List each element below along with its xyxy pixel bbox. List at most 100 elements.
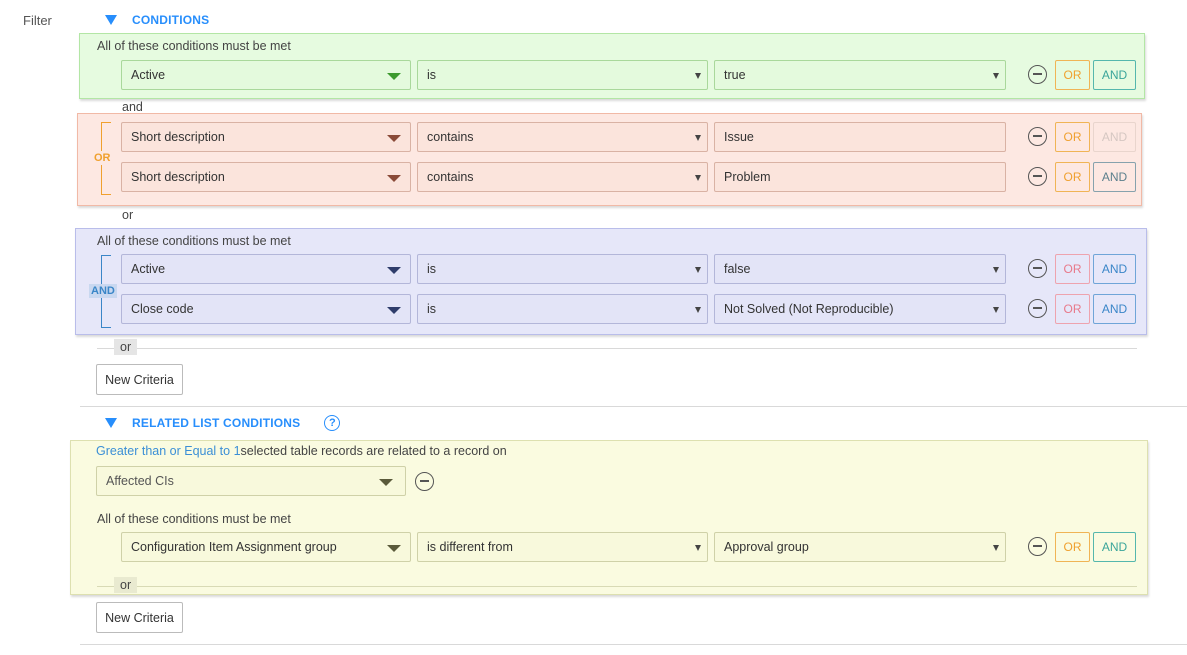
help-circle-icon[interactable]: ? — [324, 415, 341, 431]
section-divider — [80, 644, 1187, 645]
value-select-value: false — [724, 262, 751, 276]
and-button[interactable]: AND — [1093, 254, 1136, 284]
value-input[interactable]: Issue — [714, 122, 1006, 152]
operator-select-value: is different from — [427, 540, 513, 554]
caret-down-icon — [695, 267, 701, 273]
caret-down-icon — [387, 135, 401, 142]
remove-condition-icon[interactable] — [1028, 65, 1047, 84]
value-select[interactable]: Approval group — [714, 532, 1006, 562]
field-select[interactable]: Short description — [121, 122, 411, 152]
field-select-value: Short description — [131, 170, 225, 184]
remove-condition-icon[interactable] — [1028, 299, 1047, 318]
operator-select-value: is — [427, 262, 437, 276]
operator-select-value: is — [427, 68, 437, 82]
operator-select-value: contains — [427, 130, 474, 144]
remove-condition-icon[interactable] — [1028, 127, 1047, 146]
value-input-text: Issue — [724, 130, 754, 144]
new-criteria-button[interactable]: New Criteria — [96, 364, 183, 395]
remove-condition-icon[interactable] — [1028, 167, 1047, 186]
related-quantity-line: Greater than or Equal to 1selected table… — [96, 444, 507, 458]
value-select-value: true — [724, 68, 746, 82]
block-caption: All of these conditions must be met — [97, 39, 291, 53]
or-connector: or — [122, 208, 134, 222]
remove-condition-icon[interactable] — [1028, 259, 1047, 278]
related-conditions-title: RELATED LIST CONDITIONS — [132, 416, 301, 430]
caret-down-icon — [387, 175, 401, 182]
field-select-value: Active — [131, 262, 166, 276]
field-select-value: Active — [131, 68, 166, 82]
remove-related-list-icon[interactable] — [415, 472, 434, 491]
operator-select-value: is — [427, 302, 437, 316]
operator-select[interactable]: is — [417, 60, 708, 90]
value-select[interactable]: true — [714, 60, 1006, 90]
section-divider — [80, 406, 1187, 407]
and-bracket-tag: AND — [89, 284, 117, 298]
and-connector: and — [122, 100, 143, 114]
caret-down-icon — [387, 73, 401, 80]
conditions-toggle[interactable]: CONDITIONS — [105, 13, 209, 27]
value-input[interactable]: Problem — [714, 162, 1006, 192]
caret-down-icon — [695, 175, 701, 181]
and-button[interactable]: AND — [1093, 294, 1136, 324]
value-input-text: Problem — [724, 170, 771, 184]
operator-select[interactable]: is different from — [417, 532, 708, 562]
value-select[interactable]: Not Solved (Not Reproducible) — [714, 294, 1006, 324]
conditions-title: CONDITIONS — [132, 13, 210, 27]
or-button[interactable]: OR — [1055, 532, 1090, 562]
or-divider — [97, 348, 1137, 349]
field-select[interactable]: Configuration Item Assignment group — [121, 532, 411, 562]
or-button[interactable]: OR — [1055, 162, 1090, 192]
and-button[interactable]: AND — [1093, 532, 1136, 562]
field-select[interactable]: Close code — [121, 294, 411, 324]
caret-down-icon — [993, 545, 999, 551]
or-button[interactable]: OR — [1055, 294, 1090, 324]
related-list-select[interactable]: Affected CIs — [96, 466, 406, 496]
related-conditions-toggle[interactable]: RELATED LIST CONDITIONS ? — [105, 415, 341, 431]
or-button[interactable]: OR — [1055, 122, 1090, 152]
caret-down-icon — [387, 545, 401, 552]
field-select-value: Configuration Item Assignment group — [131, 540, 337, 554]
caret-down-icon — [695, 135, 701, 141]
quantity-link[interactable]: Greater than or Equal to 1 — [96, 444, 241, 458]
triangle-down-icon — [105, 15, 117, 25]
block-caption: All of these conditions must be met — [97, 234, 291, 248]
caret-down-icon — [993, 307, 999, 313]
caret-down-icon — [387, 307, 401, 314]
field-select[interactable]: Active — [121, 254, 411, 284]
caret-down-icon — [695, 73, 701, 79]
remove-condition-icon[interactable] — [1028, 537, 1047, 556]
or-tag: or — [114, 339, 138, 355]
caret-down-icon — [387, 267, 401, 274]
new-criteria-button[interactable]: New Criteria — [96, 602, 183, 633]
related-list-value: Affected CIs — [106, 474, 174, 488]
filter-label: Filter — [23, 13, 52, 28]
caret-down-icon — [695, 545, 701, 551]
caret-down-icon — [695, 307, 701, 313]
operator-select[interactable]: is — [417, 254, 708, 284]
operator-select[interactable]: contains — [417, 162, 708, 192]
caret-down-icon — [993, 73, 999, 79]
or-button[interactable]: OR — [1055, 254, 1090, 284]
value-select-value: Not Solved (Not Reproducible) — [724, 302, 894, 316]
field-select-value: Close code — [131, 302, 194, 316]
value-select[interactable]: false — [714, 254, 1006, 284]
caret-down-icon — [379, 479, 393, 486]
or-divider — [97, 586, 1137, 587]
triangle-down-icon — [105, 418, 117, 428]
operator-select[interactable]: is — [417, 294, 708, 324]
caret-down-icon — [993, 267, 999, 273]
and-button-disabled: AND — [1093, 122, 1136, 152]
or-button[interactable]: OR — [1055, 60, 1090, 90]
field-select[interactable]: Active — [121, 60, 411, 90]
block-caption: All of these conditions must be met — [97, 512, 291, 526]
and-button[interactable]: AND — [1093, 162, 1136, 192]
quantity-text: selected table records are related to a … — [240, 444, 507, 458]
operator-select[interactable]: contains — [417, 122, 708, 152]
value-select-value: Approval group — [724, 540, 809, 554]
field-select[interactable]: Short description — [121, 162, 411, 192]
or-tag: or — [114, 577, 138, 593]
or-bracket-tag: OR — [92, 151, 113, 165]
and-button[interactable]: AND — [1093, 60, 1136, 90]
field-select-value: Short description — [131, 130, 225, 144]
operator-select-value: contains — [427, 170, 474, 184]
